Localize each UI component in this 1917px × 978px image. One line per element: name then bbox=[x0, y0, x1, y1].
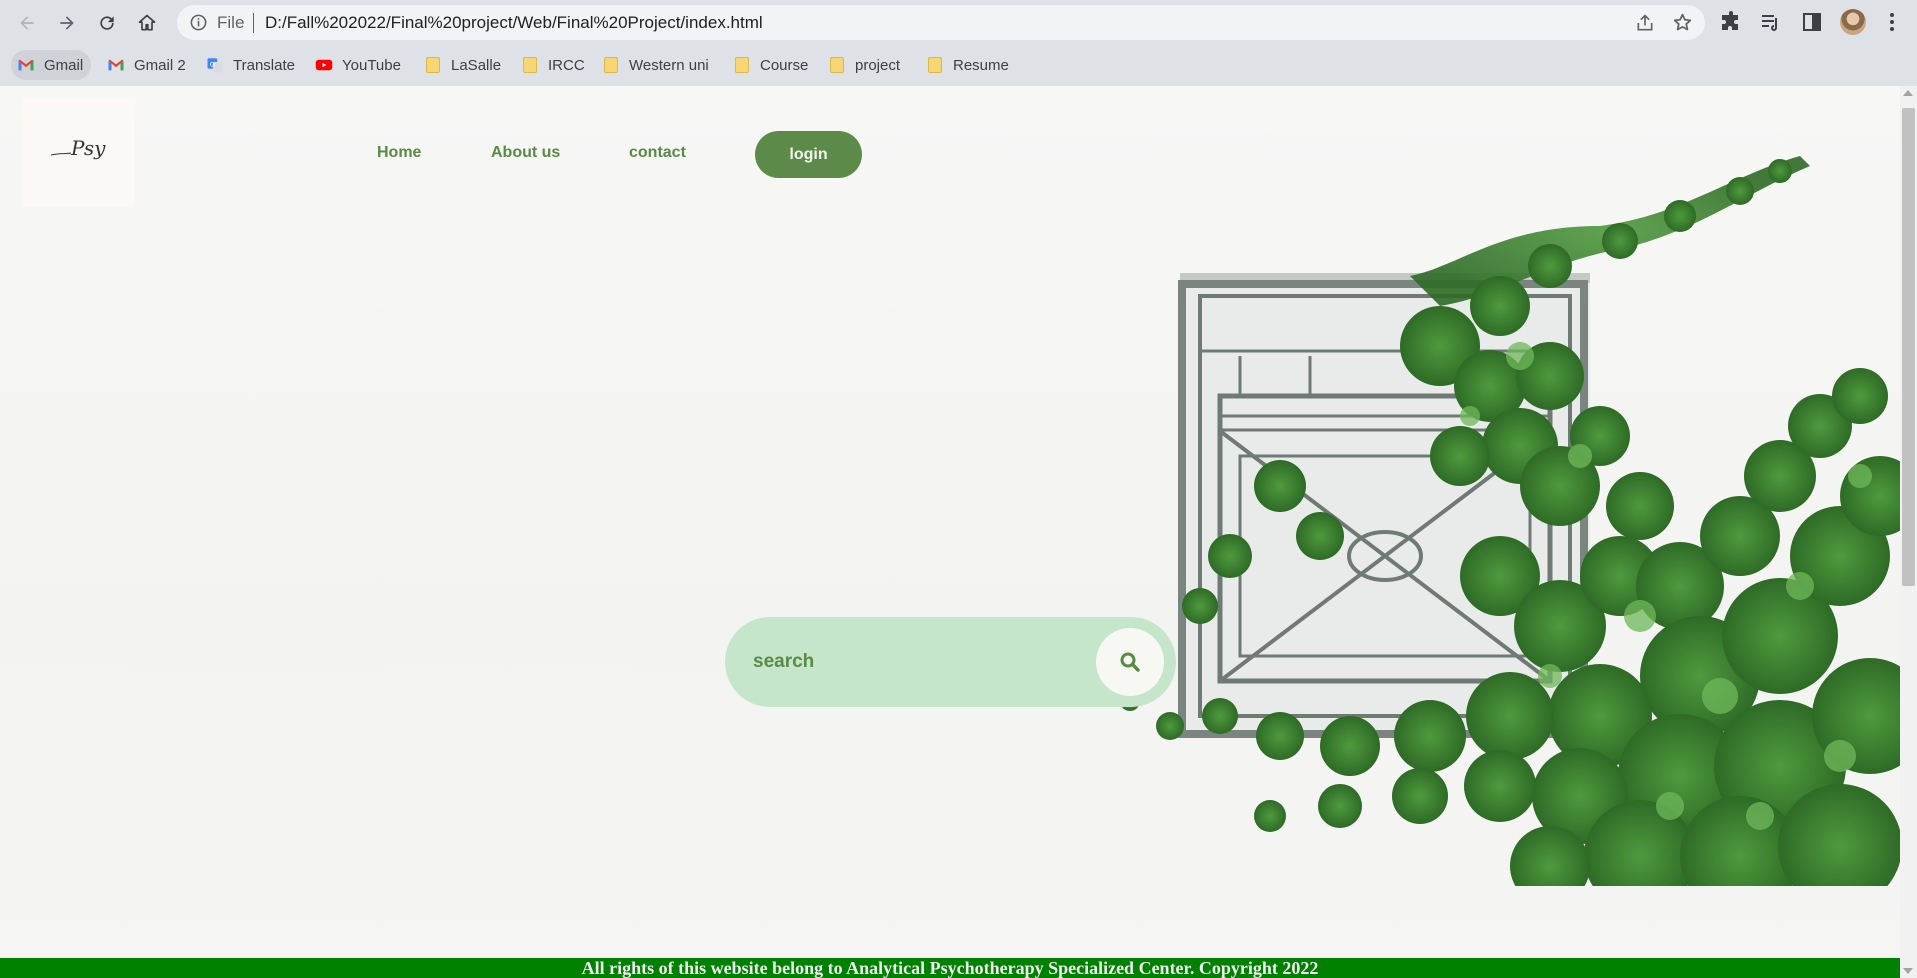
url-text[interactable]: D:/Fall%202022/Final%20project/Web/Final… bbox=[265, 13, 763, 33]
bookmark-label: Gmail 2 bbox=[134, 56, 186, 74]
star-icon[interactable] bbox=[1672, 12, 1693, 33]
address-bar[interactable]: File D:/Fall%202022/Final%20project/Web/… bbox=[177, 5, 1705, 40]
youtube-icon bbox=[315, 56, 333, 74]
search-icon bbox=[1120, 652, 1140, 672]
bookmark-label: YouTube bbox=[342, 56, 401, 74]
scroll-thumb[interactable] bbox=[1902, 108, 1915, 586]
forward-arrow-icon[interactable] bbox=[52, 8, 82, 38]
gmail-icon bbox=[107, 56, 125, 74]
hero-plant-window-image bbox=[1120, 156, 1900, 886]
nav-about-link[interactable]: About us bbox=[491, 144, 560, 162]
folder-icon bbox=[828, 56, 846, 74]
folder-icon bbox=[733, 56, 751, 74]
browser-toolbar: File D:/Fall%202022/Final%20project/Web/… bbox=[0, 0, 1917, 45]
bookmark-label: Western uni bbox=[629, 56, 709, 74]
scheme-label: File bbox=[217, 13, 245, 32]
bookmark-folder-project[interactable]: project bbox=[822, 50, 908, 80]
bookmark-label: IRCC bbox=[548, 56, 585, 74]
bookmark-label: Gmail bbox=[44, 56, 84, 74]
bookmark-folder-lasalle[interactable]: LaSalle bbox=[418, 50, 509, 80]
back-arrow-icon[interactable] bbox=[12, 8, 42, 38]
scroll-down-arrow-icon[interactable] bbox=[1903, 968, 1913, 974]
bookmarks-bar: Gmail Gmail 2 G Translate YouTube LaSall… bbox=[0, 45, 1917, 86]
search-input[interactable] bbox=[753, 647, 1083, 677]
bookmark-label: project bbox=[855, 56, 901, 74]
folder-icon bbox=[424, 56, 442, 74]
bookmark-folder-course[interactable]: Course bbox=[727, 50, 816, 80]
bookmark-label: Course bbox=[760, 56, 809, 74]
folder-icon bbox=[926, 56, 944, 74]
search-button[interactable] bbox=[1096, 628, 1164, 696]
svg-text:G: G bbox=[210, 62, 215, 69]
bookmark-folder-ircc[interactable]: IRCC bbox=[515, 50, 593, 80]
share-icon[interactable] bbox=[1635, 13, 1655, 33]
bookmark-folder-resume[interactable]: Resume bbox=[920, 50, 1017, 80]
browser-chrome: File D:/Fall%202022/Final%20project/Web/… bbox=[0, 0, 1917, 86]
bookmark-translate[interactable]: G Translate bbox=[200, 50, 303, 80]
page-scrollbar[interactable] bbox=[1900, 86, 1917, 978]
scroll-up-arrow-icon[interactable] bbox=[1903, 90, 1913, 96]
gmail-icon bbox=[17, 56, 35, 74]
bookmark-folder-western-uni[interactable]: Western uni bbox=[596, 50, 717, 80]
site-logo[interactable]: Psy bbox=[22, 98, 135, 207]
bookmark-label: Translate bbox=[233, 56, 295, 74]
omnibox-divider bbox=[253, 13, 254, 33]
login-button[interactable]: login bbox=[755, 131, 862, 178]
folder-icon bbox=[521, 56, 539, 74]
translate-icon: G bbox=[206, 56, 224, 74]
bookmark-gmail[interactable]: Gmail bbox=[11, 50, 92, 80]
reading-list-icon[interactable] bbox=[1759, 10, 1783, 34]
nav-home-link[interactable]: Home bbox=[377, 144, 421, 162]
logo-text: Psy bbox=[49, 135, 109, 171]
folder-icon bbox=[602, 56, 620, 74]
side-panel-icon[interactable] bbox=[1800, 10, 1824, 34]
site-footer: All rights of this website belong to Ana… bbox=[0, 958, 1900, 978]
svg-text:Psy: Psy bbox=[70, 136, 106, 160]
profile-avatar[interactable] bbox=[1840, 9, 1866, 35]
nav-contact-link[interactable]: contact bbox=[629, 144, 686, 162]
reload-icon[interactable] bbox=[92, 8, 122, 38]
home-icon[interactable] bbox=[132, 8, 162, 38]
bookmark-gmail-2[interactable]: Gmail 2 bbox=[101, 50, 194, 80]
bookmark-label: LaSalle bbox=[451, 56, 502, 74]
puzzle-icon[interactable] bbox=[1719, 10, 1743, 34]
bookmark-label: Resume bbox=[953, 56, 1009, 74]
webpage-viewport: Psy Home About us contact login All righ… bbox=[0, 86, 1917, 978]
bookmark-youtube[interactable]: YouTube bbox=[309, 50, 409, 80]
kebab-menu-icon[interactable] bbox=[1880, 10, 1904, 34]
info-icon[interactable] bbox=[189, 13, 208, 32]
search-bar bbox=[725, 617, 1176, 707]
